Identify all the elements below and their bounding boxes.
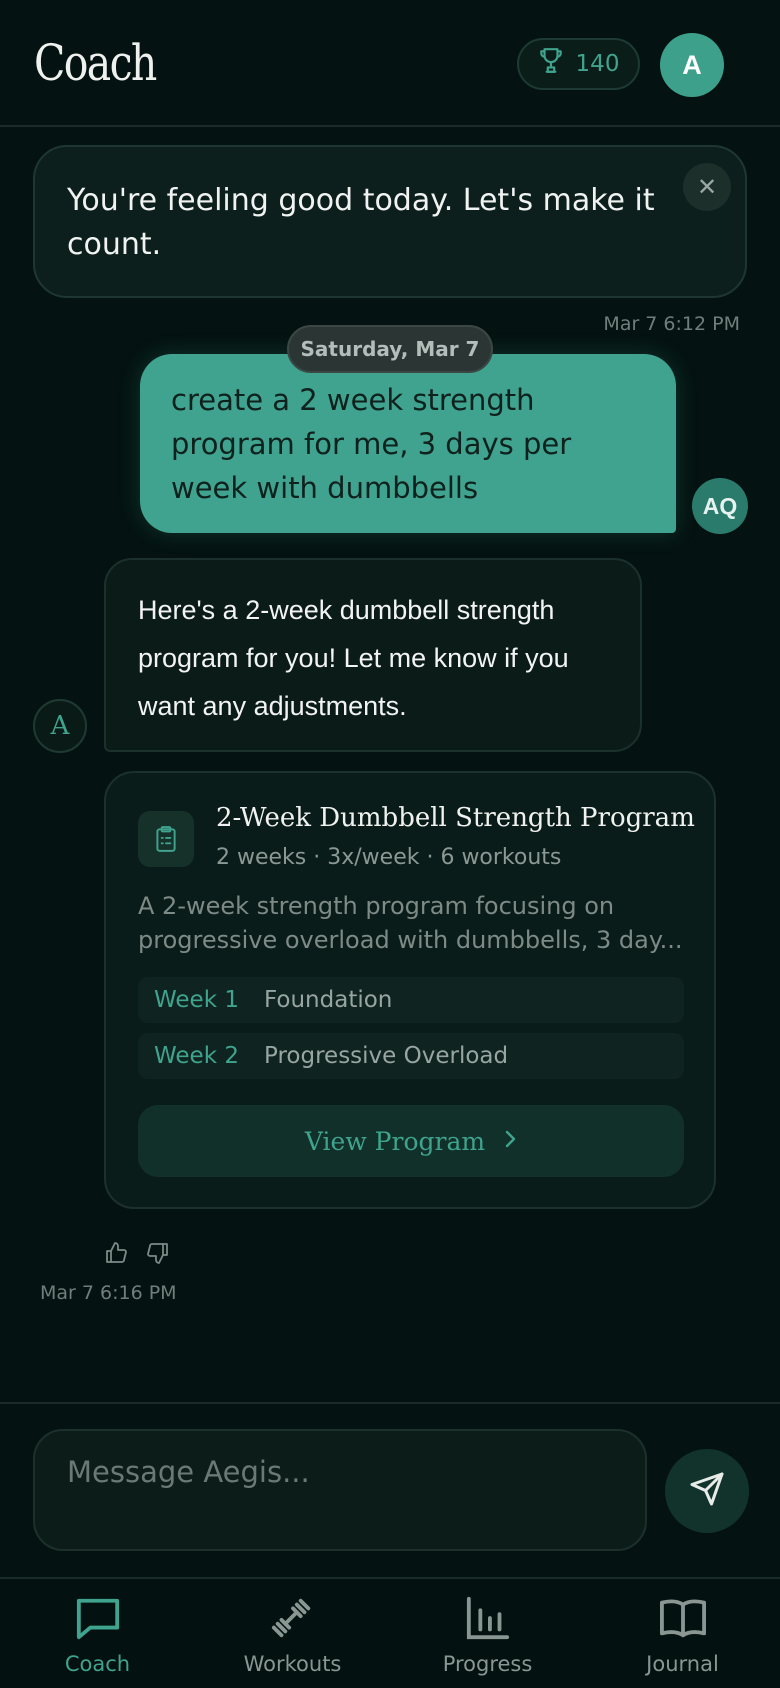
week-label: Week 1 [154,987,239,1013]
user-avatar: AQ [692,478,748,534]
close-icon: ✕ [696,173,718,201]
nav-label: Workouts [243,1652,342,1676]
book-icon [658,1595,708,1646]
points-badge[interactable]: 140 [517,38,640,90]
nav-item-coach[interactable]: Coach [0,1579,195,1688]
send-button[interactable] [665,1449,749,1533]
user-message-bubble: create a 2 week strength program for me,… [140,354,676,533]
bottom-nav: Coach Workouts Progress Journal [0,1577,780,1688]
week-row[interactable]: Week 2 Progressive Overload [138,1033,684,1079]
app-logo: Coach [34,34,157,92]
nav-label: Journal [646,1652,719,1676]
week-name: Foundation [264,987,393,1013]
feedback-controls [104,1241,170,1265]
nav-item-progress[interactable]: Progress [390,1579,585,1688]
chat-icon [73,1595,123,1646]
view-program-label: View Program [304,1126,486,1156]
greeting-timestamp: Mar 7 6:12 PM [603,313,740,335]
thumbs-down-icon[interactable] [146,1241,170,1265]
trophy-icon [538,47,564,81]
assistant-message-text: Here's a 2-week dumbbell strength progra… [138,595,569,721]
nav-label: Progress [442,1652,533,1676]
app-screen: Coach 140 A You're feeling good today. L… [0,0,780,1688]
message-input[interactable] [33,1429,647,1551]
program-card: 2-Week Dumbbell Strength Program 2 weeks… [104,771,716,1209]
assistant-avatar: A [33,699,87,753]
greeting-card: You're feeling good today. Let's make it… [33,145,747,298]
nav-item-workouts[interactable]: Workouts [195,1579,390,1688]
program-meta: 2 weeks · 3x/week · 6 workouts [216,845,562,870]
send-icon [689,1471,725,1511]
week-name: Progressive Overload [264,1043,509,1069]
clipboard-icon [138,811,194,867]
close-greeting-button[interactable]: ✕ [683,163,731,211]
program-title: 2-Week Dumbbell Strength Program [216,803,695,833]
nav-item-journal[interactable]: Journal [585,1579,780,1688]
greeting-text: You're feeling good today. Let's make it… [67,183,655,262]
assistant-timestamp: Mar 7 6:16 PM [40,1282,177,1304]
user-message-text: create a 2 week strength program for me,… [171,383,572,505]
view-program-button[interactable]: View Program [138,1105,684,1177]
dumbbell-icon [268,1595,318,1646]
assistant-message-bubble: Here's a 2-week dumbbell strength progra… [104,558,642,752]
header: Coach 140 A [0,0,780,127]
composer-divider [0,1402,780,1404]
thumbs-up-icon[interactable] [104,1241,128,1265]
profile-avatar[interactable]: A [660,33,724,97]
program-description: A 2-week strength program focusing on pr… [138,892,683,954]
chevron-right-icon [503,1127,517,1156]
date-divider: Saturday, Mar 7 [287,325,493,373]
week-row[interactable]: Week 1 Foundation [138,977,684,1023]
week-label: Week 2 [154,1043,239,1069]
nav-label: Coach [64,1652,131,1676]
points-count: 140 [575,51,620,77]
bar-chart-icon [463,1595,513,1646]
